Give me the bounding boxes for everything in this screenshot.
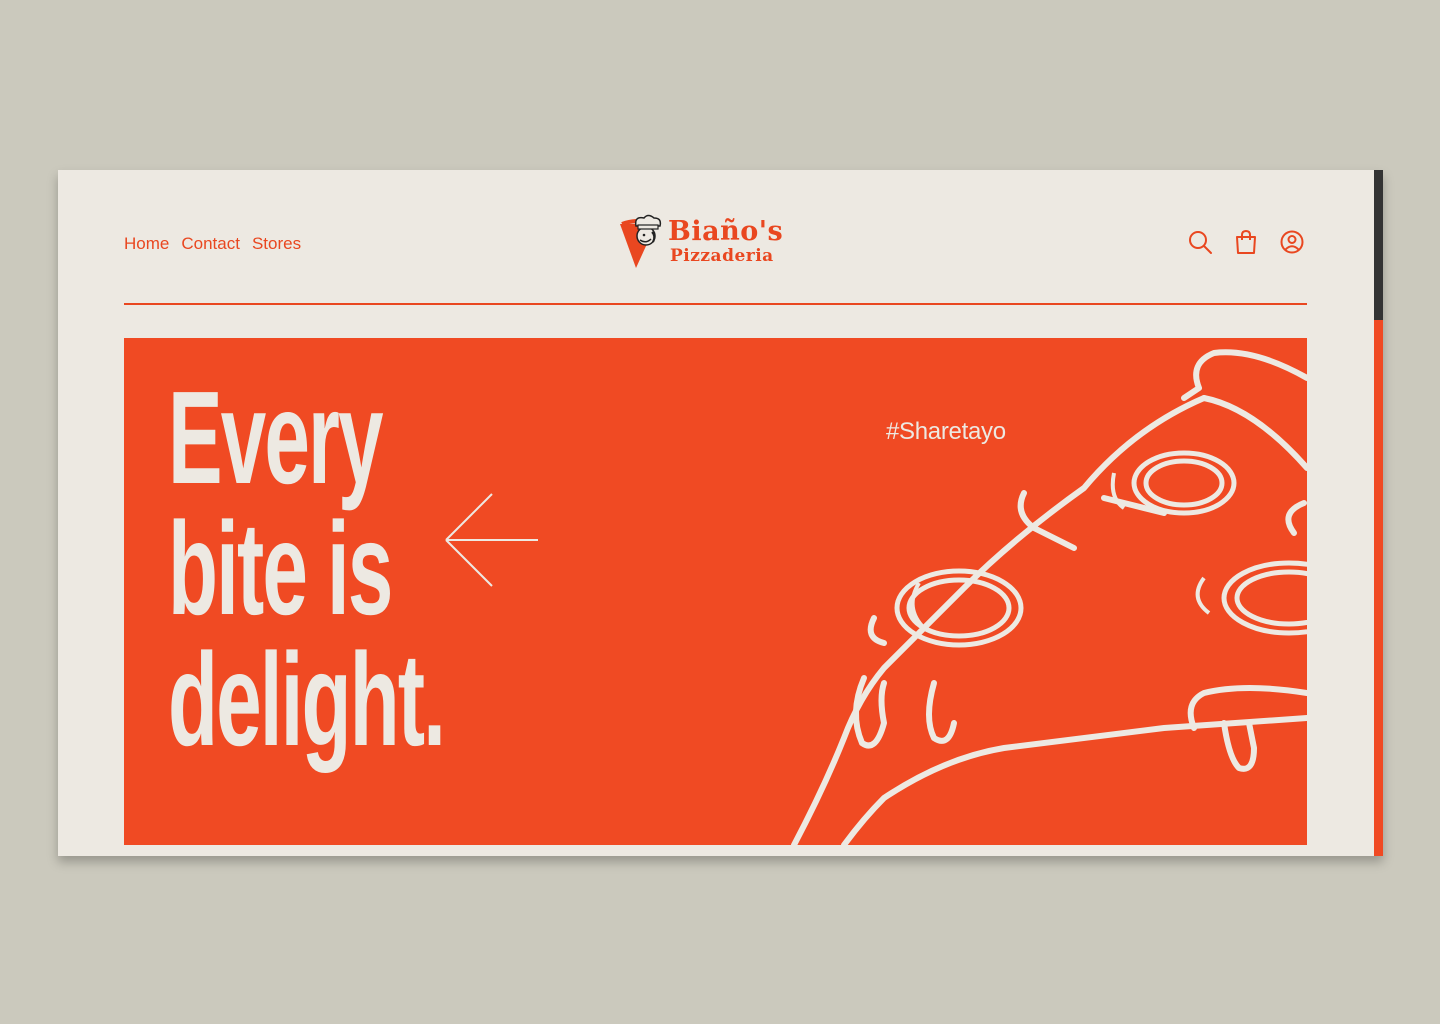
header-divider: [124, 303, 1307, 305]
nav-home-link[interactable]: Home: [124, 234, 169, 254]
user-account-icon[interactable]: [1278, 228, 1306, 256]
browser-frame: Home Contact Stores Biaño's Pizzaderia E…: [58, 170, 1383, 856]
pizza-chef-logo-icon: [620, 214, 662, 268]
header-actions: [1186, 228, 1306, 256]
scrollbar-thumb[interactable]: [1374, 170, 1383, 320]
brand-logo[interactable]: Biaño's Pizzaderia: [616, 214, 816, 270]
nav-contact-link[interactable]: Contact: [181, 234, 240, 254]
search-icon[interactable]: [1186, 228, 1214, 256]
hero-headline: Every bite is delight.: [168, 364, 446, 773]
shopping-bag-icon[interactable]: [1232, 228, 1260, 256]
hero-banner: Every bite is delight. #Sharetayo: [124, 338, 1307, 845]
pizza-slice-illustration: [791, 349, 1307, 845]
hero-headline-line: delight.: [168, 626, 446, 773]
main-nav: Home Contact Stores: [124, 234, 301, 254]
logo-subtitle: Pizzaderia: [670, 246, 774, 266]
hero-headline-line: bite is: [168, 495, 393, 642]
arrow-left-icon[interactable]: [442, 490, 542, 590]
hero-headline-line: Every: [168, 364, 384, 511]
nav-stores-link[interactable]: Stores: [252, 234, 301, 254]
logo-title: Biaño's: [668, 216, 784, 247]
